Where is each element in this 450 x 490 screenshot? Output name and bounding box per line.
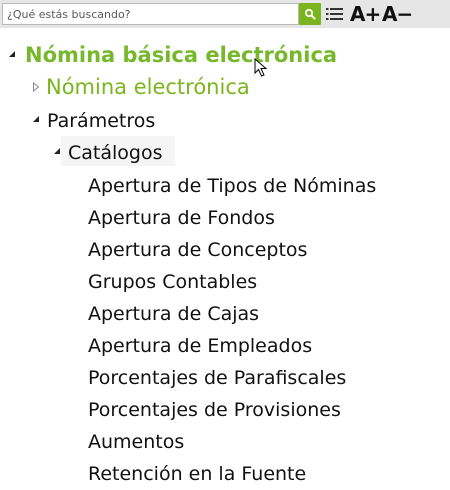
- search-icon: [304, 8, 316, 20]
- font-increase-button[interactable]: A+: [350, 1, 381, 27]
- tree-leaf-item[interactable]: Porcentajes de Provisiones: [0, 394, 440, 424]
- tree-node-label: Nómina básica electrónica: [25, 43, 338, 67]
- font-decrease-button[interactable]: A−: [382, 1, 413, 27]
- tree-node-label: Catálogos: [68, 142, 163, 164]
- search-input[interactable]: [3, 4, 297, 24]
- triangle-expanded-icon[interactable]: [32, 115, 40, 123]
- tree-leaf-label: Apertura de Conceptos: [88, 239, 308, 261]
- tree-leaf-item[interactable]: Apertura de Cajas: [0, 298, 440, 328]
- triangle-expanded-icon[interactable]: [53, 147, 61, 155]
- triangle-collapsed-icon[interactable]: [32, 82, 40, 92]
- tree-node-parametros[interactable]: Parámetros: [0, 105, 200, 135]
- search-button[interactable]: [299, 3, 321, 25]
- tree-leaf-label: Grupos Contables: [88, 271, 258, 293]
- mouse-pointer-icon: [254, 58, 268, 77]
- tree-node-label: Parámetros: [47, 110, 156, 132]
- tree-leaf-item[interactable]: Aumentos: [0, 426, 440, 456]
- tree-leaf-item[interactable]: Retención en la Fuente: [0, 458, 440, 488]
- tree-leaf-item[interactable]: Grupos Contables: [0, 266, 440, 296]
- tree-leaf-label: Apertura de Cajas: [88, 303, 260, 325]
- tree-node-label: Nómina electrónica: [46, 75, 250, 99]
- tree-leaf-label: Porcentajes de Parafiscales: [88, 367, 347, 389]
- tree-node-catalogos[interactable]: Catálogos: [0, 137, 200, 167]
- tree-node-root[interactable]: Nómina básica electrónica: [0, 40, 360, 70]
- tree-leaf-label: Apertura de Tipos de Nóminas: [88, 175, 377, 197]
- app-window: A+ A− Nómina básica electrónica Nómina e…: [0, 0, 450, 490]
- list-icon[interactable]: [326, 6, 344, 22]
- tree-leaf-item[interactable]: Apertura de Conceptos: [0, 234, 440, 264]
- tree-leaf-item[interactable]: Porcentajes de Parafiscales: [0, 362, 440, 392]
- tree-leaf-label: Apertura de Empleados: [88, 335, 313, 357]
- tree-leaf-label: Apertura de Fondos: [88, 207, 275, 229]
- tree-leaf-item[interactable]: Apertura de Empleados: [0, 330, 440, 360]
- search-box[interactable]: [2, 3, 299, 25]
- tree-leaf-item[interactable]: Apertura de Tipos de Nóminas: [0, 170, 440, 200]
- tree-leaf-label: Porcentajes de Provisiones: [88, 399, 341, 421]
- tree-leaf-label: Aumentos: [88, 431, 185, 453]
- tree-leaf-label: Retención en la Fuente: [88, 463, 307, 485]
- toolbar: A+ A−: [0, 0, 450, 28]
- tree-leaf-item[interactable]: Apertura de Fondos: [0, 202, 440, 232]
- triangle-expanded-icon[interactable]: [8, 50, 16, 58]
